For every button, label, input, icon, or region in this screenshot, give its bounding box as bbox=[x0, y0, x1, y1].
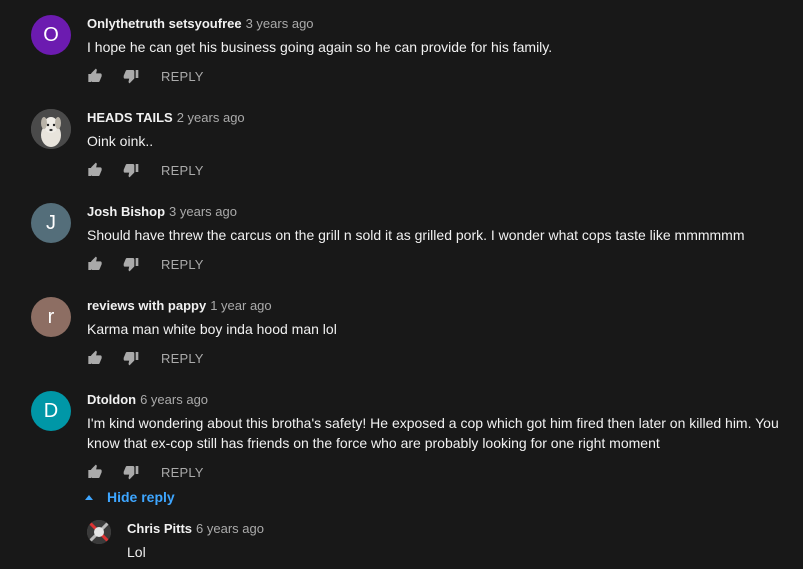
comment-text: Lol bbox=[127, 544, 146, 560]
thumbs-down-icon[interactable] bbox=[123, 350, 139, 366]
comment-text: Oink oink.. bbox=[87, 133, 154, 149]
avatar-initial: D bbox=[43, 399, 59, 422]
thumbs-up-icon[interactable] bbox=[87, 256, 103, 272]
author-name[interactable]: HEADS TAILS bbox=[87, 110, 173, 125]
reply-button[interactable]: REPLY bbox=[161, 351, 204, 366]
author-name[interactable]: Onlythetruth setsyoufree bbox=[87, 16, 242, 31]
comment-actions: REPLY bbox=[87, 158, 204, 182]
comment-actions: REPLY bbox=[87, 346, 204, 370]
comment-body: Dtoldon 6 years ago I'm kind wondering ab… bbox=[87, 391, 787, 453]
comment-actions: REPLY bbox=[87, 64, 204, 88]
user-photo-icon bbox=[87, 520, 111, 544]
comment-text: I hope he can get his business going aga… bbox=[87, 39, 553, 55]
comment-meta: Josh Bishop 3 years ago bbox=[87, 203, 787, 221]
comment-meta: Chris Pitts 6 years ago bbox=[127, 520, 803, 538]
thumbs-up-icon[interactable] bbox=[87, 68, 103, 84]
comment-body: Onlythetruth setsyoufree 3 years ago I ho… bbox=[87, 15, 787, 57]
reply-button[interactable]: REPLY bbox=[161, 163, 204, 178]
author-name[interactable]: Josh Bishop bbox=[87, 204, 165, 219]
comment-body: HEADS TAILS 2 years ago Oink oink.. bbox=[87, 109, 787, 151]
thumbs-down-icon[interactable] bbox=[123, 464, 139, 480]
dog-photo-icon bbox=[31, 109, 71, 149]
caret-up-icon bbox=[85, 494, 93, 500]
thumbs-down-icon[interactable] bbox=[123, 68, 139, 84]
thumbs-up-icon[interactable] bbox=[87, 350, 103, 366]
avatar[interactable]: r bbox=[31, 297, 71, 337]
timestamp[interactable]: 2 years ago bbox=[177, 110, 245, 125]
comment-body: Chris Pitts 6 years ago Lol bbox=[127, 520, 803, 562]
author-name[interactable]: Dtoldon bbox=[87, 392, 136, 407]
comment-meta: HEADS TAILS 2 years ago bbox=[87, 109, 787, 127]
comment-meta: Dtoldon 6 years ago bbox=[87, 391, 787, 409]
timestamp[interactable]: 3 years ago bbox=[169, 204, 237, 219]
comment-text: I'm kind wondering about this brotha's s… bbox=[87, 415, 779, 451]
reply-button[interactable]: REPLY bbox=[161, 69, 204, 84]
thumbs-up-icon[interactable] bbox=[87, 464, 103, 480]
comment-actions: REPLY bbox=[87, 460, 204, 484]
comment-body: Josh Bishop 3 years ago Should have threw… bbox=[87, 203, 787, 245]
comment-actions: REPLY bbox=[87, 252, 204, 276]
comment-text: Should have threw the carcus on the gril… bbox=[87, 227, 745, 243]
author-name[interactable]: reviews with pappy bbox=[87, 298, 206, 313]
avatar[interactable]: O bbox=[31, 15, 71, 55]
avatar-initial: J bbox=[46, 211, 56, 234]
timestamp[interactable]: 6 years ago bbox=[140, 392, 208, 407]
avatar[interactable]: D bbox=[31, 391, 71, 431]
thumbs-down-icon[interactable] bbox=[123, 256, 139, 272]
avatar[interactable]: J bbox=[31, 203, 71, 243]
hide-reply-label: Hide reply bbox=[107, 489, 175, 505]
timestamp[interactable]: 3 years ago bbox=[246, 16, 314, 31]
reply-button[interactable]: REPLY bbox=[161, 257, 204, 272]
thumbs-down-icon[interactable] bbox=[123, 162, 139, 178]
comment-meta: reviews with pappy 1 year ago bbox=[87, 297, 787, 315]
avatar-initial: r bbox=[47, 305, 55, 328]
comment-text: Karma man white boy inda hood man lol bbox=[87, 321, 337, 337]
comment-meta: Onlythetruth setsyoufree 3 years ago bbox=[87, 15, 787, 33]
author-name[interactable]: Chris Pitts bbox=[127, 521, 192, 536]
timestamp[interactable]: 6 years ago bbox=[196, 521, 264, 536]
reply-button[interactable]: REPLY bbox=[161, 465, 204, 480]
hide-reply-button[interactable]: Hide reply bbox=[85, 489, 175, 505]
timestamp[interactable]: 1 year ago bbox=[210, 298, 271, 313]
avatar[interactable] bbox=[31, 109, 71, 149]
comment-body: reviews with pappy 1 year ago Karma man w… bbox=[87, 297, 787, 339]
thumbs-up-icon[interactable] bbox=[87, 162, 103, 178]
avatar-initial: O bbox=[43, 23, 59, 46]
avatar[interactable] bbox=[87, 520, 111, 544]
